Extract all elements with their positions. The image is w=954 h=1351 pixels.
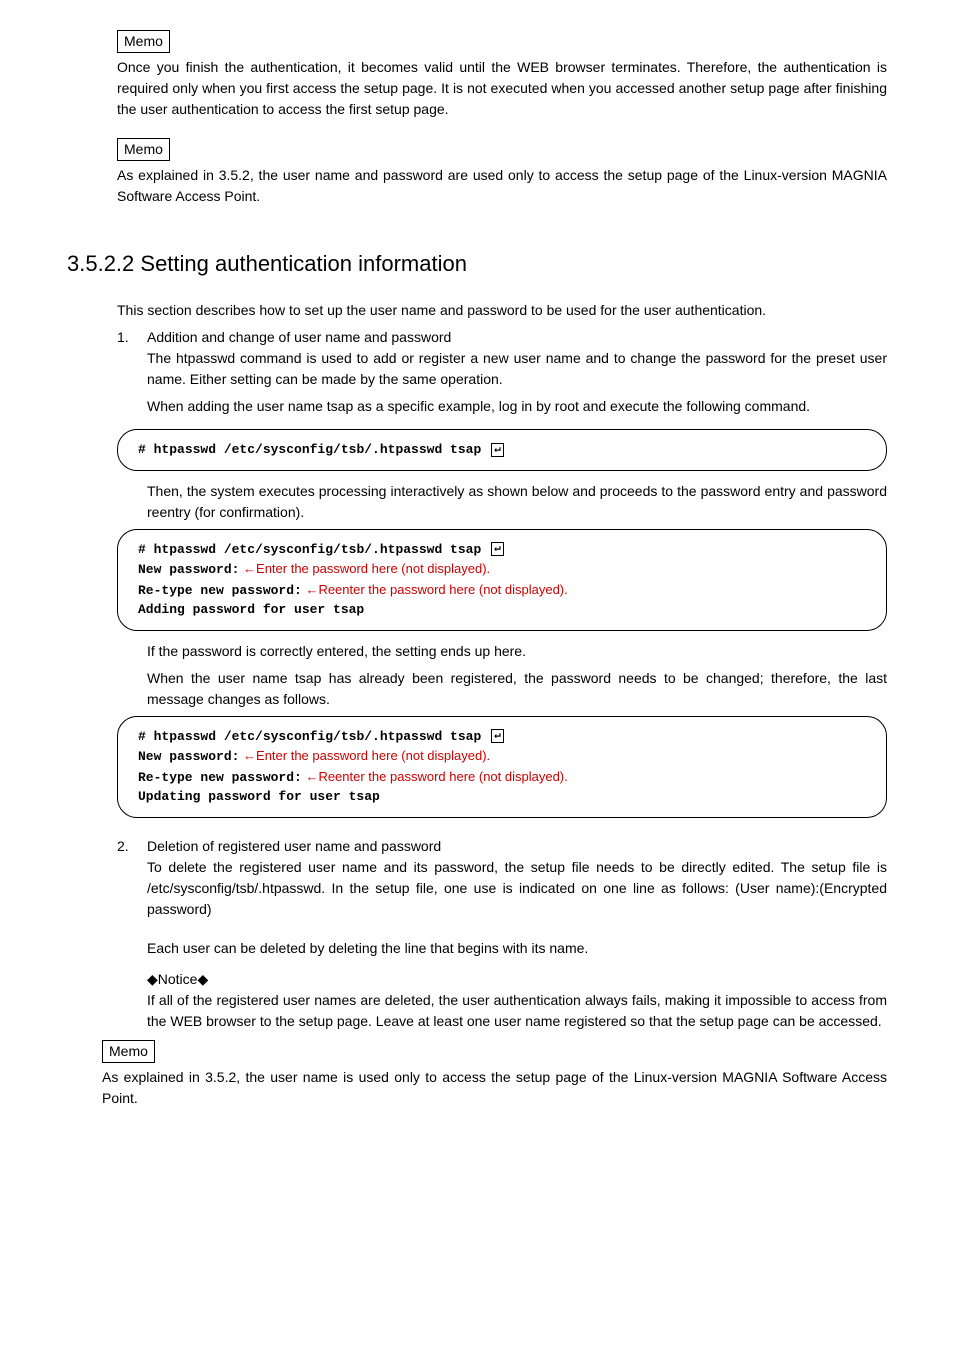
code2-l1-hash: #: [138, 542, 154, 557]
code2-l2-note: ←Enter the password here (not displayed)…: [239, 561, 490, 576]
item2-title: Deletion of registered user name and pas…: [147, 836, 887, 857]
memo-box-2: Memo: [117, 138, 170, 161]
code2-l3-note: ←Reenter the password here (not displaye…: [302, 582, 568, 597]
memo2-text: As explained in 3.5.2, the user name and…: [117, 165, 887, 207]
code3-l2-note: ←Enter the password here (not displayed)…: [239, 748, 490, 763]
code3-l1-cmd: htpasswd /etc/sysconfig/tsb/.htpasswd ts…: [154, 729, 482, 744]
enter-key-icon: ↵: [491, 443, 504, 457]
memo-box-1: Memo: [117, 30, 170, 53]
code3-l3-pre: Re-type new password:: [138, 770, 302, 785]
code3-l1-hash: #: [138, 729, 154, 744]
memo1-text: Once you finish the authentication, it b…: [117, 57, 887, 120]
code2-l1-cmd: htpasswd /etc/sysconfig/tsb/.htpasswd ts…: [154, 542, 482, 557]
intro-text: This section describes how to set up the…: [117, 300, 887, 321]
enter-key-icon: ↵: [491, 729, 504, 743]
notice-text: If all of the registered user names are …: [147, 990, 887, 1032]
item2-number: 2.: [117, 836, 147, 1038]
item1-number: 1.: [117, 327, 147, 423]
code1-cmd: htpasswd /etc/sysconfig/tsb/.htpasswd ts…: [154, 442, 482, 457]
item1-p4: If the password is correctly entered, th…: [147, 641, 887, 662]
code2-l4: Adding password for user tsap: [138, 602, 364, 617]
item2-p2: Each user can be deleted by deleting the…: [147, 938, 887, 959]
code3-l3-note: ←Reenter the password here (not displaye…: [302, 769, 568, 784]
item1-p1: The htpasswd command is used to add or r…: [147, 348, 887, 390]
item1-p3: Then, the system executes processing int…: [147, 481, 887, 523]
memo3-text: As explained in 3.5.2, the user name is …: [102, 1067, 887, 1109]
code2-l3-pre: Re-type new password:: [138, 583, 302, 598]
memo-box-3: Memo: [102, 1040, 155, 1063]
section-heading: 3.5.2.2 Setting authentication informati…: [67, 247, 887, 280]
item2-p1: To delete the registered user name and i…: [147, 857, 887, 920]
item1-p2: When adding the user name tsap as a spec…: [147, 396, 887, 417]
code3-l2-pre: New password:: [138, 749, 239, 764]
code1-hash: #: [138, 442, 154, 457]
code-box-2: # htpasswd /etc/sysconfig/tsb/.htpasswd …: [117, 529, 887, 631]
item1-title: Addition and change of user name and pas…: [147, 327, 887, 348]
code-box-1: # htpasswd /etc/sysconfig/tsb/.htpasswd …: [117, 429, 887, 471]
notice-label: ◆Notice◆: [147, 969, 887, 990]
item1-p5: When the user name tsap has already been…: [147, 668, 887, 710]
enter-key-icon: ↵: [491, 542, 504, 556]
code2-l2-pre: New password:: [138, 562, 239, 577]
code3-l4: Updating password for user tsap: [138, 789, 380, 804]
code-box-3: # htpasswd /etc/sysconfig/tsb/.htpasswd …: [117, 716, 887, 818]
